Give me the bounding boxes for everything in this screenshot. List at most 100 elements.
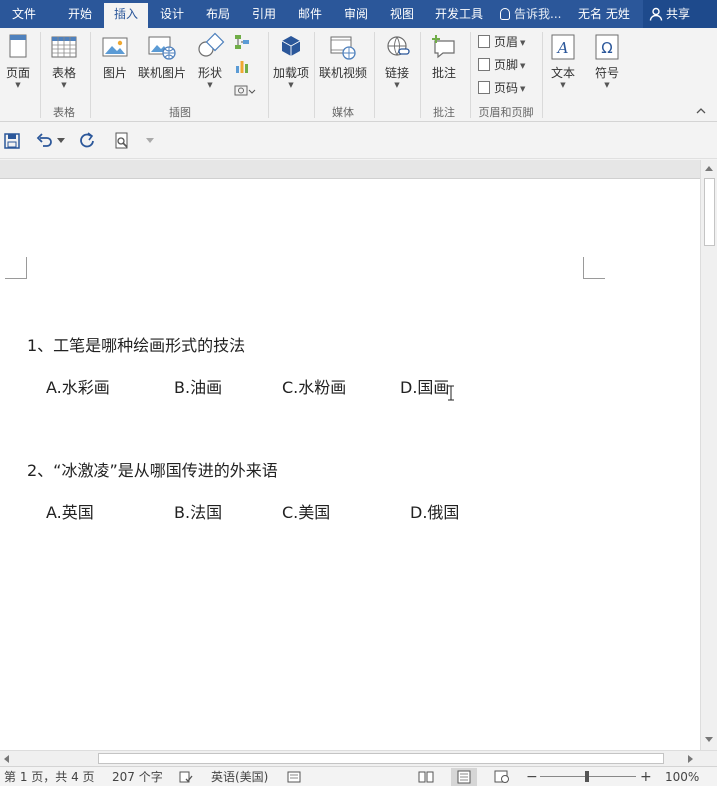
- table-button[interactable]: 表格 ▼: [44, 32, 84, 89]
- divider: [90, 32, 91, 118]
- print-layout-view-button[interactable]: [451, 768, 477, 786]
- margin-corner-mark: [583, 257, 605, 279]
- tab-references[interactable]: 引用: [244, 0, 284, 28]
- tab-view[interactable]: 视图: [382, 0, 422, 28]
- lightbulb-icon: [500, 8, 510, 20]
- pages-label: 页面: [5, 66, 30, 80]
- comment-icon: [432, 35, 455, 59]
- table-icon: [51, 36, 77, 58]
- svg-text:A: A: [556, 39, 569, 57]
- smartart-icon[interactable]: [234, 34, 250, 50]
- print-preview-icon[interactable]: [113, 132, 131, 150]
- footer-icon: [478, 58, 490, 71]
- chevron-down-icon: ▼: [207, 81, 213, 89]
- q1-option-a: A.水彩画: [46, 378, 110, 397]
- word-count[interactable]: 207 个字: [112, 767, 163, 786]
- tab-review[interactable]: 审阅: [336, 0, 376, 28]
- tell-me-text: 告诉我...: [514, 7, 562, 21]
- text-label: 文本: [550, 66, 575, 80]
- q2-option-a: A.英国: [46, 503, 94, 522]
- chevron-down-icon[interactable]: [57, 138, 65, 144]
- picture-button[interactable]: 图片: [96, 32, 134, 81]
- tab-file[interactable]: 文件: [0, 0, 48, 28]
- zoom-out-icon[interactable]: −: [526, 767, 538, 786]
- svg-text:Ω: Ω: [601, 39, 612, 57]
- collapse-ribbon-icon[interactable]: [696, 106, 706, 116]
- online-video-icon: [330, 36, 356, 60]
- symbol-button[interactable]: Ω 符号 ▼: [590, 32, 624, 89]
- chevron-down-icon: ▼: [61, 81, 67, 89]
- ribbon-tab-bar: 文件 开始 插入 设计 布局 引用 邮件 审阅 视图 开发工具 告诉我... 无…: [0, 0, 717, 28]
- text-button[interactable]: A 文本 ▼: [546, 32, 580, 89]
- horizontal-scroll-thumb[interactable]: [98, 753, 664, 764]
- tab-design[interactable]: 设计: [152, 0, 192, 28]
- chevron-down-icon: ▼: [520, 39, 526, 47]
- macro-record-icon[interactable]: [287, 770, 301, 784]
- vertical-scroll-thumb[interactable]: [704, 178, 715, 246]
- margin-corner-mark: [5, 257, 27, 279]
- shapes-button[interactable]: 形状 ▼: [192, 32, 228, 89]
- group-label-tables: 表格: [53, 106, 75, 119]
- omega-icon: Ω: [595, 34, 619, 60]
- undo-icon[interactable]: [36, 132, 54, 150]
- link-button[interactable]: 链接 ▼: [378, 32, 416, 89]
- page-icon: [9, 34, 27, 58]
- scroll-right-arrow-icon[interactable]: [688, 755, 693, 763]
- document-area: 1、工笔是哪种绘画形式的技法 A.水彩画 B.油画 C.水粉画 D.国画 2、“…: [0, 160, 700, 750]
- footer-button[interactable]: 页脚 ▼: [478, 55, 525, 75]
- online-picture-icon: [148, 36, 176, 60]
- q1-option-d: D.国画: [400, 378, 450, 397]
- chevron-down-icon: ▼: [520, 85, 526, 93]
- online-picture-button[interactable]: 联机图片: [136, 32, 188, 81]
- chevron-down-icon: ▼: [15, 81, 21, 89]
- divider: [40, 32, 41, 118]
- tell-me-box[interactable]: 告诉我...: [500, 0, 561, 28]
- symbol-label: 符号: [594, 66, 619, 80]
- tab-home[interactable]: 开始: [56, 0, 104, 28]
- group-label-illustrations: 插图: [169, 106, 191, 119]
- tab-developer[interactable]: 开发工具: [428, 0, 490, 28]
- scroll-down-arrow-icon[interactable]: [705, 737, 713, 742]
- header-label: 页眉: [494, 35, 519, 49]
- save-icon[interactable]: [3, 132, 21, 150]
- page-number-button[interactable]: 页码 ▼: [478, 78, 525, 98]
- header-button[interactable]: 页眉 ▼: [478, 32, 525, 52]
- horizontal-scrollbar[interactable]: [0, 750, 717, 766]
- chevron-down-icon: ▼: [520, 62, 526, 70]
- user-name[interactable]: 无名 无姓: [578, 0, 630, 28]
- group-label-media: 媒体: [332, 106, 354, 119]
- share-button[interactable]: 共享: [643, 0, 717, 28]
- web-layout-icon[interactable]: [494, 770, 510, 784]
- tab-layout[interactable]: 布局: [198, 0, 238, 28]
- online-video-label: 联机视频: [318, 66, 367, 80]
- redo-icon[interactable]: [78, 132, 96, 150]
- share-label: 共享: [666, 7, 691, 21]
- scroll-up-arrow-icon[interactable]: [705, 166, 713, 171]
- zoom-level[interactable]: 100%: [665, 767, 699, 786]
- read-mode-icon[interactable]: [418, 770, 434, 784]
- tab-insert[interactable]: 插入: [104, 3, 148, 28]
- link-icon: [387, 36, 410, 56]
- online-video-button[interactable]: 联机视频: [316, 32, 370, 81]
- page-number-icon: [478, 81, 490, 94]
- group-label-comments: 批注: [433, 106, 455, 119]
- comment-button[interactable]: 批注: [424, 32, 464, 81]
- proofing-icon[interactable]: [179, 770, 193, 784]
- chart-icon[interactable]: [234, 58, 250, 74]
- vertical-scrollbar[interactable]: [700, 160, 717, 750]
- zoom-slider-thumb[interactable]: [585, 771, 589, 782]
- question-1: 1、工笔是哪种绘画形式的技法: [27, 336, 246, 355]
- document-page[interactable]: 1、工笔是哪种绘画形式的技法 A.水彩画 B.油画 C.水粉画 D.国画 2、“…: [0, 178, 700, 750]
- divider: [374, 32, 375, 118]
- screenshot-icon[interactable]: [234, 83, 256, 97]
- addins-button[interactable]: 加载项 ▼: [272, 32, 310, 89]
- tab-mailings[interactable]: 邮件: [290, 0, 330, 28]
- page-count[interactable]: 第 1 页，共 4 页: [4, 767, 95, 786]
- scroll-left-arrow-icon[interactable]: [4, 755, 9, 763]
- customize-toolbar-icon[interactable]: [146, 138, 154, 144]
- language[interactable]: 英语(美国): [211, 767, 268, 786]
- text-cursor-icon: [448, 385, 454, 401]
- pages-button[interactable]: 页面 ▼: [2, 32, 34, 89]
- zoom-in-icon[interactable]: +: [640, 767, 652, 786]
- footer-label: 页脚: [494, 58, 519, 72]
